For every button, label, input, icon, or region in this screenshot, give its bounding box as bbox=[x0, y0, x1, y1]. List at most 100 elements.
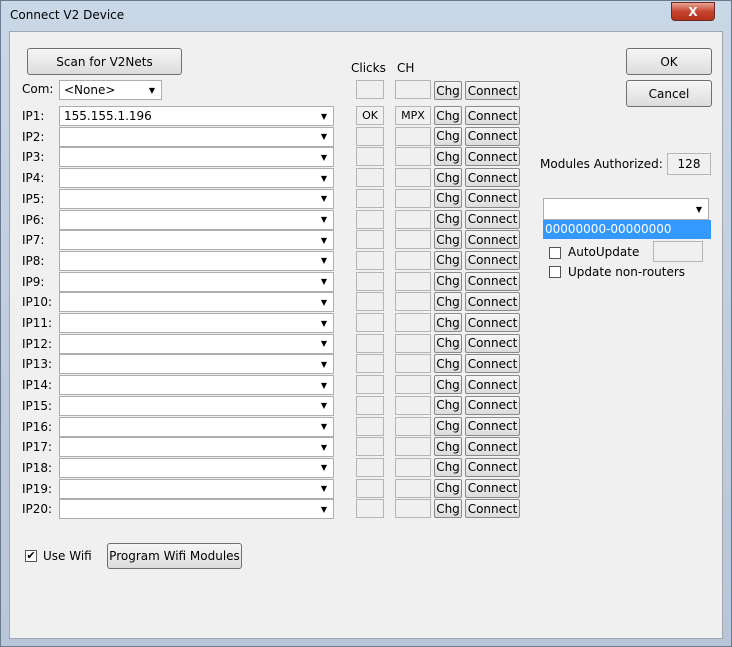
ip-select[interactable]: ▼ bbox=[59, 395, 334, 416]
modules-authorized-value: 128 bbox=[667, 153, 711, 175]
chg-button[interactable]: Chg bbox=[434, 250, 462, 270]
clicks-cell bbox=[356, 375, 384, 395]
clicks-cell bbox=[356, 499, 384, 519]
ip-label: IP2: bbox=[22, 129, 45, 144]
ip-select[interactable]: ▼ bbox=[59, 147, 334, 168]
ip-select[interactable]: ▼ bbox=[59, 354, 334, 375]
close-button[interactable]: X bbox=[671, 2, 715, 21]
ip-label: IP14: bbox=[22, 378, 53, 393]
ip-select[interactable]: ▼ bbox=[59, 499, 334, 520]
module-select[interactable]: ▼ bbox=[543, 198, 709, 220]
module-list-item[interactable]: 00000000-00000000 bbox=[543, 220, 711, 239]
ip-label: IP19: bbox=[22, 481, 53, 496]
ip-label: IP15: bbox=[22, 398, 53, 413]
chg-button[interactable]: Chg bbox=[434, 188, 462, 208]
chg-button[interactable]: Chg bbox=[434, 499, 462, 519]
window-title: Connect V2 Device bbox=[10, 8, 125, 22]
dialog-client: Scan for V2Nets Com: <None> ▼ Clicks CH … bbox=[9, 31, 723, 639]
ip-select[interactable]: ▼ bbox=[59, 209, 334, 230]
connect-button[interactable]: Connect bbox=[465, 395, 520, 415]
ip-value: 155.155.1.196 bbox=[64, 109, 152, 123]
com-connect-button[interactable]: Connect bbox=[465, 81, 520, 100]
connect-button[interactable]: Connect bbox=[465, 126, 520, 146]
title-bar[interactable]: Connect V2 Device X bbox=[1, 1, 731, 31]
connect-button[interactable]: Connect bbox=[465, 437, 520, 457]
ip-select[interactable]: ▼ bbox=[59, 478, 334, 499]
chg-button[interactable]: Chg bbox=[434, 313, 462, 332]
ip-select[interactable]: ▼ bbox=[59, 292, 334, 313]
clicks-cell bbox=[356, 209, 384, 229]
connect-button[interactable]: Connect bbox=[465, 333, 520, 353]
chg-button[interactable]: Chg bbox=[434, 168, 462, 188]
clicks-header: Clicks bbox=[351, 61, 386, 75]
chevron-down-icon: ▼ bbox=[320, 132, 328, 142]
connect-button[interactable]: Connect bbox=[465, 457, 520, 477]
chg-button[interactable]: Chg bbox=[434, 375, 462, 395]
ch-cell bbox=[395, 126, 431, 146]
ip-select[interactable]: ▼ bbox=[59, 168, 334, 189]
cancel-button[interactable]: Cancel bbox=[626, 80, 712, 107]
chg-button[interactable]: Chg bbox=[434, 478, 462, 498]
chg-button[interactable]: Chg bbox=[434, 292, 462, 312]
chevron-down-icon: ▼ bbox=[320, 318, 328, 328]
ip-select[interactable]: ▼ bbox=[59, 313, 334, 333]
connect-button[interactable]: Connect bbox=[465, 313, 520, 332]
ch-cell bbox=[395, 209, 431, 229]
chg-button[interactable]: Chg bbox=[434, 209, 462, 229]
com-value: <None> bbox=[64, 83, 116, 97]
connect-button[interactable]: Connect bbox=[465, 416, 520, 436]
connect-button[interactable]: Connect bbox=[465, 168, 520, 188]
connect-button[interactable]: Connect bbox=[465, 106, 520, 125]
connect-button[interactable]: Connect bbox=[465, 354, 520, 374]
connect-button[interactable]: Connect bbox=[465, 188, 520, 208]
connect-button[interactable]: Connect bbox=[465, 499, 520, 519]
chg-button[interactable]: Chg bbox=[434, 395, 462, 415]
ip-select[interactable]: ▼ bbox=[59, 271, 334, 292]
clicks-cell bbox=[356, 168, 384, 188]
autoupdate-field[interactable] bbox=[653, 241, 703, 262]
ip-select[interactable]: ▼ bbox=[59, 437, 334, 458]
connect-button[interactable]: Connect bbox=[465, 375, 520, 395]
chg-button[interactable]: Chg bbox=[434, 437, 462, 457]
ip-select[interactable]: ▼ bbox=[59, 230, 334, 251]
ip-select[interactable]: ▼ bbox=[59, 457, 334, 478]
ch-cell bbox=[395, 416, 431, 436]
chg-button[interactable]: Chg bbox=[434, 354, 462, 374]
connect-button[interactable]: Connect bbox=[465, 478, 520, 498]
chg-button[interactable]: Chg bbox=[434, 147, 462, 167]
scan-for-v2nets-button[interactable]: Scan for V2Nets bbox=[27, 48, 182, 75]
chg-button[interactable]: Chg bbox=[434, 416, 462, 436]
ok-button[interactable]: OK bbox=[626, 48, 712, 75]
connect-button[interactable]: Connect bbox=[465, 147, 520, 167]
ip-select[interactable]: 155.155.1.196 ▼ bbox=[59, 106, 334, 126]
update-nonrouters-checkbox[interactable] bbox=[549, 266, 561, 278]
ip-select[interactable]: ▼ bbox=[59, 126, 334, 147]
chevron-down-icon: ▼ bbox=[320, 194, 328, 204]
ch-cell bbox=[395, 147, 431, 167]
connect-button[interactable]: Connect bbox=[465, 230, 520, 250]
com-chg-button[interactable]: Chg bbox=[434, 81, 462, 100]
chg-button[interactable]: Chg bbox=[434, 457, 462, 477]
ip-select[interactable]: ▼ bbox=[59, 416, 334, 437]
ip-select[interactable]: ▼ bbox=[59, 375, 334, 396]
ip-select[interactable]: ▼ bbox=[59, 188, 334, 209]
connect-button[interactable]: Connect bbox=[465, 209, 520, 229]
chevron-down-icon: ▼ bbox=[320, 235, 328, 245]
ip-select[interactable]: ▼ bbox=[59, 333, 334, 354]
use-wifi-checkbox[interactable]: ✔ bbox=[25, 550, 37, 562]
com-select[interactable]: <None> ▼ bbox=[59, 80, 162, 100]
ip-label: IP11: bbox=[22, 316, 53, 330]
ip-select[interactable]: ▼ bbox=[59, 250, 334, 271]
connect-button[interactable]: Connect bbox=[465, 250, 520, 270]
chg-button[interactable]: Chg bbox=[434, 106, 462, 125]
chg-button[interactable]: Chg bbox=[434, 333, 462, 353]
chevron-down-icon: ▼ bbox=[320, 380, 328, 390]
program-wifi-modules-button[interactable]: Program Wifi Modules bbox=[107, 543, 242, 569]
autoupdate-checkbox[interactable] bbox=[549, 247, 561, 259]
chg-button[interactable]: Chg bbox=[434, 271, 462, 291]
chg-button[interactable]: Chg bbox=[434, 126, 462, 146]
connect-button[interactable]: Connect bbox=[465, 271, 520, 291]
connect-button[interactable]: Connect bbox=[465, 292, 520, 312]
clicks-cell bbox=[356, 126, 384, 146]
chg-button[interactable]: Chg bbox=[434, 230, 462, 250]
